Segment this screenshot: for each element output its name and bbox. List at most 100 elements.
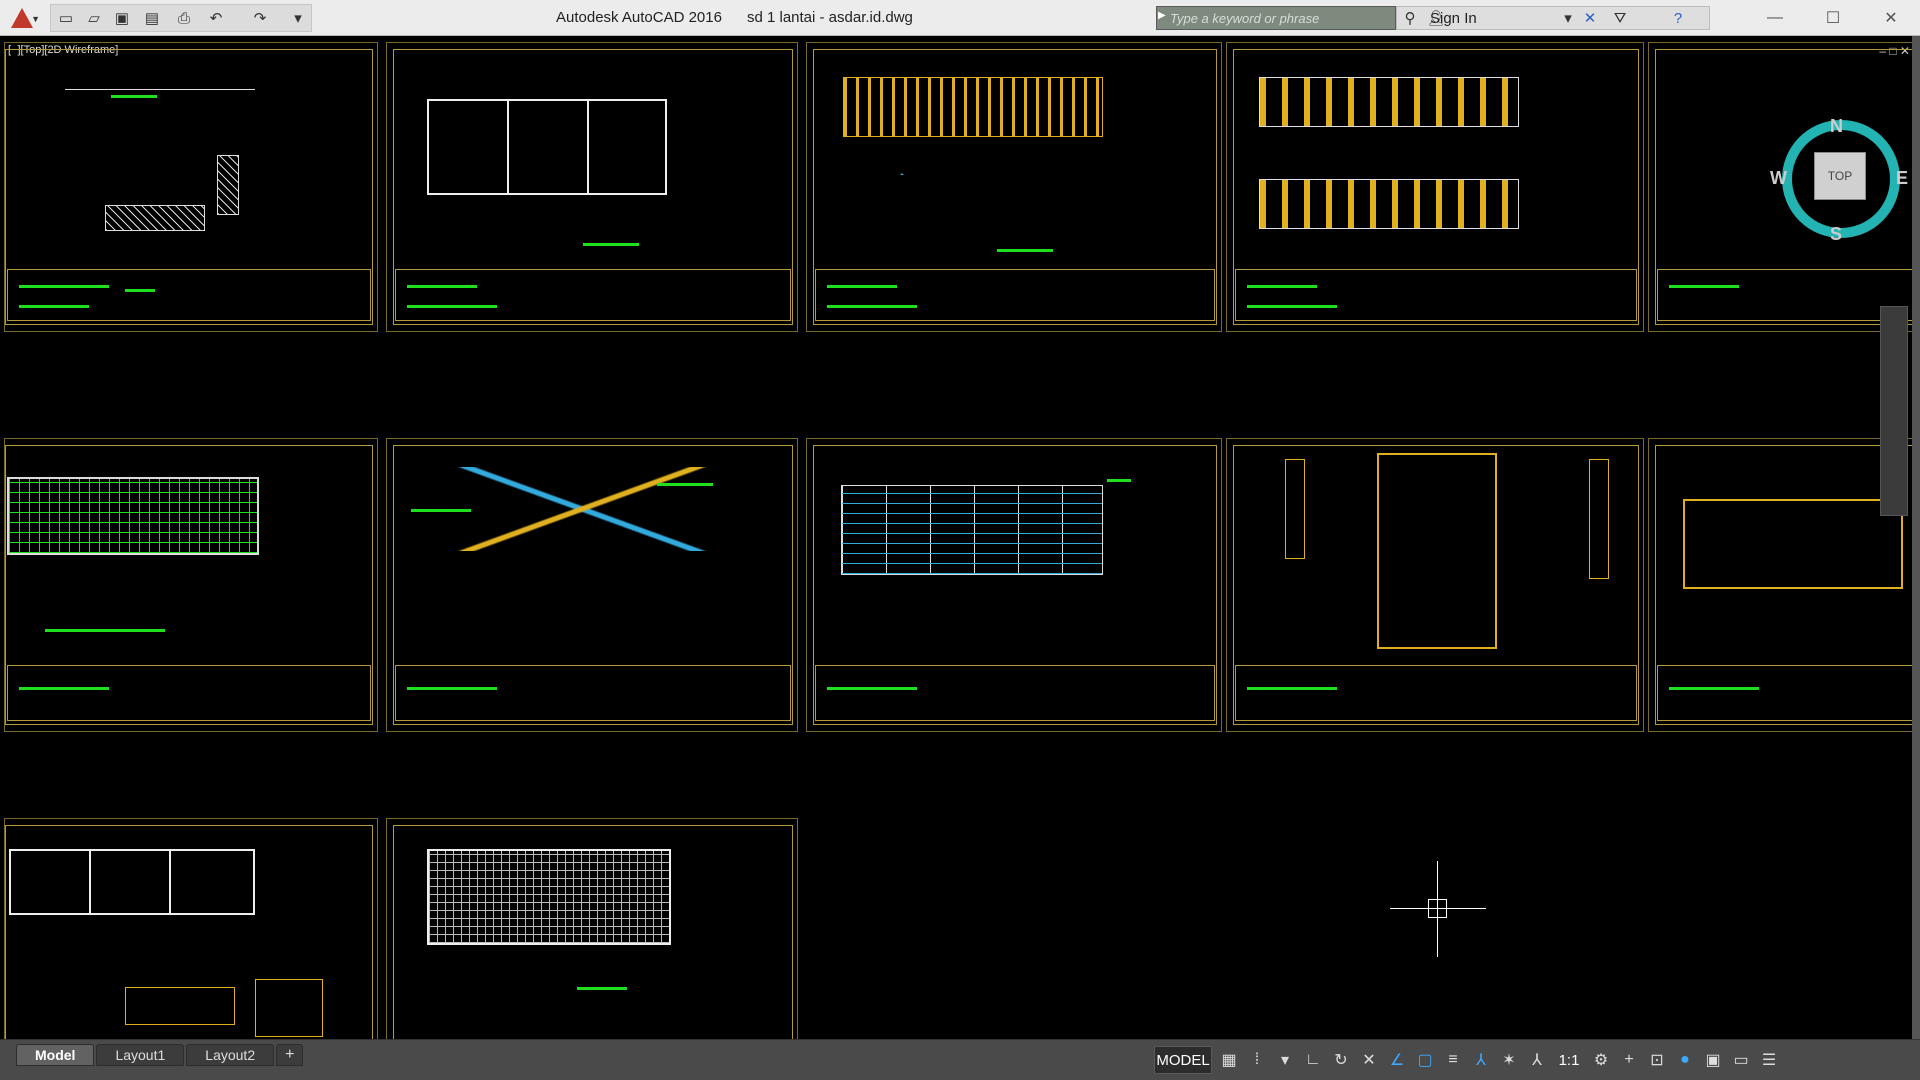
compass-west[interactable]: W xyxy=(1770,168,1787,189)
undo-icon[interactable]: ↶ xyxy=(204,6,228,30)
title-block xyxy=(395,269,791,321)
maximize-button[interactable]: ☐ xyxy=(1804,0,1862,36)
roof-plan xyxy=(841,485,1103,575)
help-icon[interactable]: ? xyxy=(1666,6,1690,30)
tab-layout2[interactable]: Layout2 xyxy=(186,1044,275,1066)
drawing-sheet[interactable] xyxy=(4,818,378,1039)
drawing-sheet[interactable] xyxy=(386,42,798,332)
annotation-scale-value[interactable]: 1:1 xyxy=(1554,1048,1584,1072)
chevron-down-icon[interactable]: ▾ xyxy=(1556,6,1580,30)
ceiling-plan xyxy=(7,477,259,555)
drawing-annotation xyxy=(827,687,917,690)
sign-in-button[interactable]: Sign In xyxy=(1430,10,1477,27)
drawing-annotation xyxy=(1247,687,1337,690)
drawing-annotation xyxy=(583,243,639,246)
drawing-sheet[interactable] xyxy=(806,438,1222,732)
annotation-scale-icon[interactable]: ⅄ xyxy=(1526,1048,1548,1072)
compass-east[interactable]: E xyxy=(1896,168,1908,189)
drawing-annotation xyxy=(407,285,477,288)
osnap-icon[interactable]: ✕ xyxy=(1358,1048,1380,1072)
grid-icon[interactable]: ▦ xyxy=(1218,1048,1240,1072)
title-block xyxy=(7,665,371,721)
drawing-annotation xyxy=(19,305,89,308)
save-icon[interactable]: ▣ xyxy=(110,6,134,30)
view-cube[interactable]: N S W E TOP xyxy=(1770,80,1920,290)
drawing-annotation xyxy=(1669,285,1739,288)
drawing-sheet[interactable] xyxy=(806,42,1222,332)
tab-model[interactable]: Model xyxy=(16,1044,95,1066)
binoculars-icon[interactable]: ⚲ xyxy=(1398,6,1422,30)
add-layout-button[interactable]: + xyxy=(276,1044,304,1066)
annotation-visibility-icon[interactable]: ⅄ xyxy=(1470,1048,1492,1072)
customize-icon[interactable]: ▾ xyxy=(286,6,310,30)
customize-menu-icon[interactable]: ☰ xyxy=(1758,1048,1780,1072)
dynamic-ucs-icon[interactable]: ▢ xyxy=(1414,1048,1436,1072)
title-block xyxy=(1657,665,1920,721)
print-icon[interactable]: ⎙ xyxy=(172,6,196,30)
redo-icon[interactable]: ↷ xyxy=(248,6,272,30)
search-expand-icon[interactable]: ▶ xyxy=(1158,10,1166,21)
drawing-annotation xyxy=(997,249,1053,252)
save-as-icon[interactable]: ▤ xyxy=(140,6,164,30)
autocad-logo-icon xyxy=(11,8,33,28)
frame-section xyxy=(1589,459,1609,579)
drawing-annotation xyxy=(407,305,497,308)
title-bar: ▼ ▭ ▱ ▣ ▤ ⎙ ↶ ↷ ▾ Autodesk AutoCAD 2016 … xyxy=(0,0,1920,36)
search-input[interactable] xyxy=(1170,8,1390,28)
ortho-icon[interactable]: ∟ xyxy=(1302,1048,1324,1072)
close-button[interactable]: ✕ xyxy=(1862,0,1920,36)
drawing-sheet[interactable] xyxy=(386,818,798,1039)
foundation-plan xyxy=(9,849,255,915)
cube-top-face[interactable]: TOP xyxy=(1814,152,1866,200)
chevron-down-icon[interactable]: ▾ xyxy=(1274,1048,1296,1072)
a360-icon[interactable]: ⛛ xyxy=(1608,6,1632,30)
status-bar: Model Layout1 Layout2 + MODEL ▦ ⁞ ▾ ∟ ↻ … xyxy=(0,1039,1920,1080)
minimize-button[interactable]: — xyxy=(1746,0,1804,36)
building-elevation xyxy=(1259,77,1519,127)
drawing-sheet[interactable] xyxy=(4,438,378,732)
plus-icon[interactable]: + xyxy=(1618,1048,1640,1072)
auto-scale-icon[interactable]: ✶ xyxy=(1498,1048,1520,1072)
tab-layout1[interactable]: Layout1 xyxy=(96,1044,185,1066)
navigation-bar[interactable] xyxy=(1880,306,1908,516)
building-elevation xyxy=(1259,179,1519,229)
exchange-icon[interactable]: ✕ xyxy=(1578,6,1602,30)
roof-truss-detail xyxy=(437,467,727,551)
wall-line xyxy=(169,849,171,915)
drawing-area[interactable]: [−][Top][2D Wireframe] ‒ □ ✕ N S W E TOP xyxy=(0,36,1920,1039)
title-block xyxy=(1235,269,1637,321)
title-block xyxy=(1235,665,1637,721)
app-name: Autodesk AutoCAD 2016 xyxy=(556,9,722,26)
drawing-annotation xyxy=(45,629,165,632)
clean-screen-icon[interactable]: ▭ xyxy=(1730,1048,1752,1072)
drawing-sheet[interactable] xyxy=(1226,438,1644,732)
window-controls: — ☐ ✕ xyxy=(1746,0,1920,36)
drawing-annotation xyxy=(657,483,713,486)
polar-icon[interactable]: ↻ xyxy=(1330,1048,1352,1072)
title-block xyxy=(395,665,791,721)
drawing-sheet[interactable] xyxy=(1226,42,1644,332)
drawing-sheet[interactable] xyxy=(386,438,798,732)
compass-north[interactable]: N xyxy=(1830,116,1843,137)
drawing-annotation xyxy=(125,289,155,292)
application-menu-button[interactable]: ▼ xyxy=(2,2,42,34)
quick-properties-icon[interactable]: ● xyxy=(1674,1048,1696,1072)
model-space-button[interactable]: MODEL xyxy=(1154,1046,1212,1074)
compass-south[interactable]: S xyxy=(1830,224,1842,245)
door-window-detail xyxy=(1377,453,1497,649)
vertical-scrollbar[interactable] xyxy=(1912,36,1920,1039)
drawing-annotation xyxy=(19,687,109,690)
workspace-gear-icon[interactable]: ⚙ xyxy=(1590,1048,1612,1072)
new-icon[interactable]: ▭ xyxy=(54,6,78,30)
drawing-sheet[interactable] xyxy=(4,42,378,332)
otrack-icon[interactable]: ∠ xyxy=(1386,1048,1408,1072)
legend-table xyxy=(255,979,323,1037)
isolate-objects-icon[interactable]: ▣ xyxy=(1702,1048,1724,1072)
hatch-area xyxy=(217,155,239,215)
units-icon[interactable]: ⊡ xyxy=(1646,1048,1668,1072)
snap-icon[interactable]: ⁞ xyxy=(1246,1048,1268,1072)
lineweight-icon[interactable]: ≡ xyxy=(1442,1048,1464,1072)
open-icon[interactable]: ▱ xyxy=(82,6,106,30)
drawing-annotation xyxy=(407,687,497,690)
schedule-table xyxy=(125,987,235,1025)
